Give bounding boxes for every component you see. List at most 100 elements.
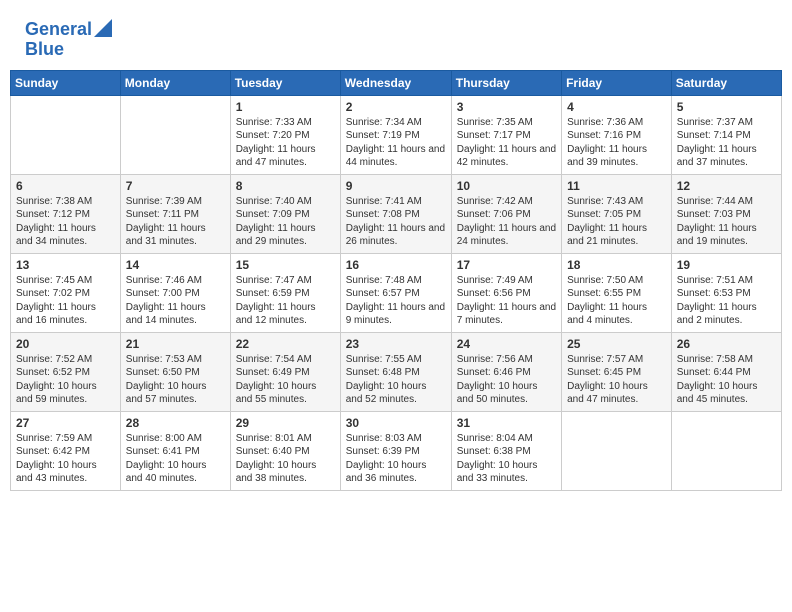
calendar-cell: 13 Sunrise: 7:45 AM Sunset: 7:02 PM Dayli…: [11, 253, 121, 332]
day-info: Sunrise: 7:49 AM Sunset: 6:56 PM Dayligh…: [457, 274, 556, 328]
day-info: Sunrise: 8:03 AM Sunset: 6:39 PM Dayligh…: [346, 432, 446, 486]
day-info: Sunrise: 7:43 AM Sunset: 7:05 PM Dayligh…: [567, 195, 666, 249]
day-info: Sunrise: 7:59 AM Sunset: 6:42 PM Dayligh…: [16, 432, 115, 486]
day-info: Sunrise: 7:57 AM Sunset: 6:45 PM Dayligh…: [567, 353, 666, 407]
calendar-cell: 18Sunrise: 7:50 AM Sunset: 6:55 PM Dayli…: [562, 253, 672, 332]
calendar-week-row: 27 Sunrise: 7:59 AM Sunset: 6:42 PM Dayli…: [11, 411, 782, 490]
day-info: Sunrise: 8:00 AM Sunset: 6:41 PM Dayligh…: [126, 432, 225, 486]
calendar-cell: 9 Sunrise: 7:41 AM Sunset: 7:08 PM Daylig…: [340, 174, 451, 253]
day-number: 6: [16, 179, 115, 193]
calendar-cell: 26Sunrise: 7:58 AM Sunset: 6:44 PM Dayli…: [671, 332, 781, 411]
weekday-header-thursday: Thursday: [451, 70, 561, 95]
day-number: 24: [457, 337, 556, 351]
day-info: Sunrise: 8:04 AM Sunset: 6:38 PM Dayligh…: [457, 432, 556, 486]
day-info: Sunrise: 7:53 AM Sunset: 6:50 PM Dayligh…: [126, 353, 225, 407]
day-info: Sunrise: 7:55 AM Sunset: 6:48 PM Dayligh…: [346, 353, 446, 407]
calendar-cell: 27 Sunrise: 7:59 AM Sunset: 6:42 PM Dayli…: [11, 411, 121, 490]
day-info: Sunrise: 7:44 AM Sunset: 7:03 PM Dayligh…: [677, 195, 776, 249]
calendar-cell: 21 Sunrise: 7:53 AM Sunset: 6:50 PM Dayli…: [120, 332, 230, 411]
calendar-cell: [11, 95, 121, 174]
day-number: 23: [346, 337, 446, 351]
day-info: Sunrise: 7:33 AM Sunset: 7:20 PM Dayligh…: [236, 116, 335, 170]
calendar-cell: 14Sunrise: 7:46 AM Sunset: 7:00 PM Dayli…: [120, 253, 230, 332]
day-number: 21: [126, 337, 225, 351]
calendar-table: SundayMondayTuesdayWednesdayThursdayFrid…: [10, 70, 782, 491]
calendar-cell: 30 Sunrise: 8:03 AM Sunset: 6:39 PM Dayli…: [340, 411, 451, 490]
calendar-cell: 22 Sunrise: 7:54 AM Sunset: 6:49 PM Dayli…: [230, 332, 340, 411]
calendar-cell: 11 Sunrise: 7:43 AM Sunset: 7:05 PM Dayli…: [562, 174, 672, 253]
day-number: 10: [457, 179, 556, 193]
logo-arrow-icon: [94, 19, 112, 37]
day-info: Sunrise: 7:35 AM Sunset: 7:17 PM Dayligh…: [457, 116, 556, 170]
calendar-cell: 29 Sunrise: 8:01 AM Sunset: 6:40 PM Dayli…: [230, 411, 340, 490]
day-number: 13: [16, 258, 115, 272]
day-number: 1: [236, 100, 335, 114]
calendar-cell: [562, 411, 672, 490]
day-number: 25: [567, 337, 666, 351]
day-number: 27: [16, 416, 115, 430]
day-number: 22: [236, 337, 335, 351]
day-number: 8: [236, 179, 335, 193]
calendar-cell: 17Sunrise: 7:49 AM Sunset: 6:56 PM Dayli…: [451, 253, 561, 332]
calendar-cell: 15Sunrise: 7:47 AM Sunset: 6:59 PM Dayli…: [230, 253, 340, 332]
calendar-cell: 7Sunrise: 7:39 AM Sunset: 7:11 PM Daylig…: [120, 174, 230, 253]
calendar-body: 1 Sunrise: 7:33 AM Sunset: 7:20 PM Daylig…: [11, 95, 782, 490]
day-number: 29: [236, 416, 335, 430]
calendar-cell: [120, 95, 230, 174]
day-info: Sunrise: 7:52 AM Sunset: 6:52 PM Dayligh…: [16, 353, 115, 407]
calendar-week-row: 13 Sunrise: 7:45 AM Sunset: 7:02 PM Dayli…: [11, 253, 782, 332]
calendar-cell: 6Sunrise: 7:38 AM Sunset: 7:12 PM Daylig…: [11, 174, 121, 253]
page-header: General Blue: [10, 10, 782, 65]
calendar-cell: 23 Sunrise: 7:55 AM Sunset: 6:48 PM Dayli…: [340, 332, 451, 411]
calendar-cell: 25 Sunrise: 7:57 AM Sunset: 6:45 PM Dayli…: [562, 332, 672, 411]
calendar-cell: [671, 411, 781, 490]
day-number: 31: [457, 416, 556, 430]
day-number: 9: [346, 179, 446, 193]
weekday-header-sunday: Sunday: [11, 70, 121, 95]
day-info: Sunrise: 7:54 AM Sunset: 6:49 PM Dayligh…: [236, 353, 335, 407]
day-info: Sunrise: 7:45 AM Sunset: 7:02 PM Dayligh…: [16, 274, 115, 328]
day-number: 14: [126, 258, 225, 272]
calendar-cell: 3 Sunrise: 7:35 AM Sunset: 7:17 PM Daylig…: [451, 95, 561, 174]
calendar-week-row: 20 Sunrise: 7:52 AM Sunset: 6:52 PM Dayli…: [11, 332, 782, 411]
day-number: 28: [126, 416, 225, 430]
logo-blue-text: Blue: [25, 40, 64, 60]
calendar-cell: 24Sunrise: 7:56 AM Sunset: 6:46 PM Dayli…: [451, 332, 561, 411]
day-number: 4: [567, 100, 666, 114]
calendar-cell: 2Sunrise: 7:34 AM Sunset: 7:19 PM Daylig…: [340, 95, 451, 174]
calendar-cell: 19 Sunrise: 7:51 AM Sunset: 6:53 PM Dayli…: [671, 253, 781, 332]
calendar-cell: 1 Sunrise: 7:33 AM Sunset: 7:20 PM Daylig…: [230, 95, 340, 174]
day-info: Sunrise: 7:40 AM Sunset: 7:09 PM Dayligh…: [236, 195, 335, 249]
day-info: Sunrise: 7:39 AM Sunset: 7:11 PM Dayligh…: [126, 195, 225, 249]
day-info: Sunrise: 7:37 AM Sunset: 7:14 PM Dayligh…: [677, 116, 776, 170]
calendar-cell: 28 Sunrise: 8:00 AM Sunset: 6:41 PM Dayli…: [120, 411, 230, 490]
calendar-cell: 5 Sunrise: 7:37 AM Sunset: 7:14 PM Daylig…: [671, 95, 781, 174]
day-number: 30: [346, 416, 446, 430]
logo: General Blue: [25, 20, 112, 60]
weekday-header-tuesday: Tuesday: [230, 70, 340, 95]
calendar-cell: 20 Sunrise: 7:52 AM Sunset: 6:52 PM Dayli…: [11, 332, 121, 411]
day-info: Sunrise: 7:36 AM Sunset: 7:16 PM Dayligh…: [567, 116, 666, 170]
day-info: Sunrise: 7:41 AM Sunset: 7:08 PM Dayligh…: [346, 195, 446, 249]
calendar-cell: 16Sunrise: 7:48 AM Sunset: 6:57 PM Dayli…: [340, 253, 451, 332]
day-info: Sunrise: 7:34 AM Sunset: 7:19 PM Dayligh…: [346, 116, 446, 170]
logo-text: General: [25, 20, 92, 40]
weekday-header-friday: Friday: [562, 70, 672, 95]
day-number: 3: [457, 100, 556, 114]
calendar-week-row: 1 Sunrise: 7:33 AM Sunset: 7:20 PM Daylig…: [11, 95, 782, 174]
day-number: 11: [567, 179, 666, 193]
day-number: 19: [677, 258, 776, 272]
calendar-cell: 8 Sunrise: 7:40 AM Sunset: 7:09 PM Daylig…: [230, 174, 340, 253]
weekday-header-monday: Monday: [120, 70, 230, 95]
calendar-header-row: SundayMondayTuesdayWednesdayThursdayFrid…: [11, 70, 782, 95]
day-number: 5: [677, 100, 776, 114]
calendar-cell: 10 Sunrise: 7:42 AM Sunset: 7:06 PM Dayli…: [451, 174, 561, 253]
day-info: Sunrise: 8:01 AM Sunset: 6:40 PM Dayligh…: [236, 432, 335, 486]
day-info: Sunrise: 7:50 AM Sunset: 6:55 PM Dayligh…: [567, 274, 666, 328]
day-info: Sunrise: 7:51 AM Sunset: 6:53 PM Dayligh…: [677, 274, 776, 328]
day-info: Sunrise: 7:42 AM Sunset: 7:06 PM Dayligh…: [457, 195, 556, 249]
day-number: 15: [236, 258, 335, 272]
weekday-header-wednesday: Wednesday: [340, 70, 451, 95]
weekday-header-saturday: Saturday: [671, 70, 781, 95]
day-number: 20: [16, 337, 115, 351]
